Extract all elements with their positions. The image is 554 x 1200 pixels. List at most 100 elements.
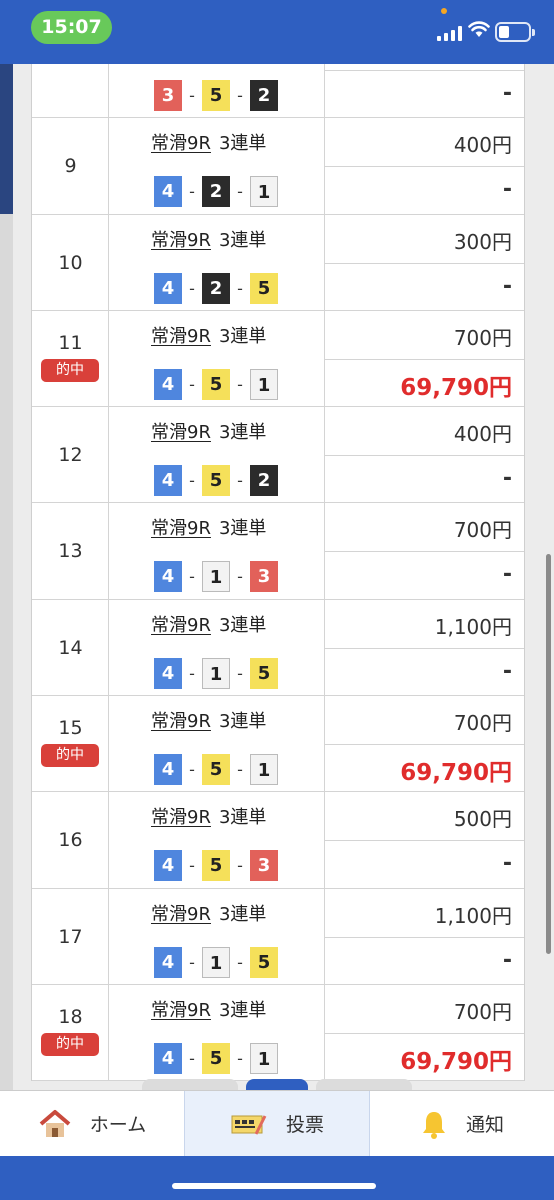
- boat-number-box: 1: [202, 657, 230, 689]
- bottom-tab-bar: ホーム 投票 通知: [0, 1090, 554, 1156]
- bet-row: 17 常滑9R 3連単 4-1-5 1,100円 -: [32, 888, 524, 985]
- race-link[interactable]: 常滑9R: [151, 133, 211, 154]
- race-link[interactable]: 常滑9R: [151, 230, 211, 251]
- bet-detail-cell: 常滑9R 3連単 4-5-3: [109, 792, 325, 888]
- stake-amount: 400円: [453, 133, 512, 158]
- boat-number-box: 4: [154, 657, 182, 689]
- race-label: 常滑9R 3連単: [151, 611, 266, 637]
- bet-detail-cell: 常滑9R 3連単 4-1-5: [109, 599, 325, 696]
- bet-detail-cell: 常滑9R 3連単 4-5-2: [109, 407, 325, 503]
- bet-number-cell: 11 的中: [32, 310, 109, 407]
- background-panel-edge-lower: [0, 214, 13, 1090]
- race-link[interactable]: 常滑9R: [151, 326, 211, 347]
- payout-amount: 69,790円: [400, 760, 512, 787]
- boat-number-box: 2: [250, 80, 278, 111]
- pager-tab-next[interactable]: [316, 1079, 412, 1090]
- hit-badge: 的中: [41, 358, 99, 382]
- race-label: 常滑9R 3連単: [151, 900, 266, 926]
- combo-separator: -: [237, 374, 243, 394]
- race-label: 常滑9R 3連単: [151, 707, 266, 733]
- race-label: 常滑9R 3連単: [151, 129, 266, 155]
- payout-amount: -: [502, 947, 512, 973]
- boat-number-box: 1: [250, 1042, 278, 1074]
- pager-tab-prev[interactable]: [142, 1079, 238, 1090]
- amount-cell: 700円 69,790円: [325, 985, 524, 1080]
- combo-separator: -: [189, 471, 195, 491]
- combination: 4-1-5: [154, 946, 278, 978]
- scrollbar-thumb[interactable]: [546, 554, 551, 954]
- race-link[interactable]: 常滑9R: [151, 807, 211, 828]
- amount-cell: 300円 -: [325, 215, 524, 310]
- bet-number-cell: [32, 64, 109, 118]
- amount-cell: 500円 -: [325, 792, 524, 887]
- tab-home-label: ホーム: [89, 1114, 147, 1136]
- race-label: 常滑9R 3連単: [151, 996, 266, 1022]
- combination: 3-5-2: [154, 80, 278, 111]
- race-link[interactable]: 常滑9R: [151, 1000, 211, 1021]
- bet-type: 3連単: [218, 711, 267, 733]
- combo-separator: -: [189, 663, 195, 683]
- bet-detail-cell: 常滑9R 3連単 4-2-5: [109, 214, 325, 310]
- tab-notifications[interactable]: 通知: [370, 1091, 554, 1156]
- bet-number-cell: 16: [32, 792, 109, 888]
- bet-number-cell: 18 的中: [32, 984, 109, 1081]
- race-link[interactable]: 常滑9R: [151, 422, 211, 443]
- boat-number-box: 4: [154, 561, 182, 593]
- payout-amount: -: [502, 658, 512, 684]
- combo-separator: -: [189, 182, 195, 202]
- combo-separator: -: [237, 567, 243, 587]
- combination: 4-5-3: [154, 850, 278, 882]
- bet-number-cell: 17: [32, 888, 109, 984]
- bet-row: 9 常滑9R 3連単 4-2-1 400円 -: [32, 118, 524, 215]
- boat-number-box: 4: [154, 1042, 182, 1074]
- payout-amount: 69,790円: [400, 1048, 512, 1075]
- race-link[interactable]: 常滑9R: [151, 904, 211, 925]
- boat-number-box: 4: [154, 946, 182, 978]
- bet-detail-cell: 常滑9R 3連単 4-5-1: [109, 696, 325, 792]
- combo-separator: -: [237, 86, 243, 105]
- bet-number: 9: [64, 155, 77, 178]
- boat-number-box: 4: [154, 465, 182, 497]
- bet-number-cell: 10: [32, 214, 109, 310]
- stake-amount: 1,100円: [434, 614, 512, 639]
- boat-number-box: 5: [250, 272, 278, 304]
- amount-cell: -: [325, 64, 524, 117]
- race-label: 常滑9R 3連単: [151, 226, 266, 252]
- race-link[interactable]: 常滑9R: [151, 518, 211, 539]
- combo-separator: -: [237, 663, 243, 683]
- stake-amount: 700円: [453, 711, 512, 736]
- bet-detail-cell: 常滑9R 3連単 4-5-1: [109, 984, 325, 1081]
- amount-cell: 700円 -: [325, 503, 524, 598]
- combination: 4-5-1: [154, 754, 278, 786]
- bet-number-cell: 13: [32, 503, 109, 599]
- payout-amount: 69,790円: [400, 374, 512, 401]
- hit-badge: 的中: [41, 744, 99, 768]
- payout-amount: -: [502, 81, 512, 106]
- battery-icon: [495, 22, 535, 42]
- boat-number-box: 1: [202, 946, 230, 978]
- tab-notifications-label: 通知: [465, 1114, 504, 1136]
- tab-vote[interactable]: 投票: [184, 1091, 370, 1156]
- tab-home[interactable]: ホーム: [0, 1091, 184, 1156]
- stake-amount: 300円: [453, 229, 512, 254]
- pager-tab-current[interactable]: [246, 1079, 308, 1090]
- bet-number: 18: [58, 1005, 83, 1028]
- stake-amount: 1,100円: [434, 903, 512, 928]
- race-link[interactable]: 常滑9R: [151, 711, 211, 732]
- bet-history-view[interactable]: 3-5-2-9 常滑9R 3連単 4-2-1 400円 -10 常滑9R 3連単 4-2-5 30…: [0, 64, 554, 1090]
- bet-detail-cell: 常滑9R 3連単 4-5-1: [109, 310, 325, 407]
- bet-number: 12: [58, 444, 83, 467]
- race-label: 常滑9R 3連単: [151, 418, 266, 444]
- race-link[interactable]: 常滑9R: [151, 615, 211, 636]
- race-label: 常滑9R 3連単: [151, 322, 266, 348]
- bet-type: 3連単: [218, 807, 267, 829]
- home-indicator[interactable]: [172, 1183, 376, 1189]
- bet-type: 3連単: [218, 999, 267, 1021]
- combo-separator: -: [189, 567, 195, 587]
- bet-row: 13 常滑9R 3連単 4-1-3 700円 -: [32, 503, 524, 600]
- combo-separator: -: [189, 1048, 195, 1068]
- boat-number-box: 5: [202, 80, 230, 111]
- race-label: 常滑9R 3連単: [151, 803, 266, 829]
- bet-number: 13: [58, 540, 83, 563]
- bet-type: 3連単: [218, 518, 267, 540]
